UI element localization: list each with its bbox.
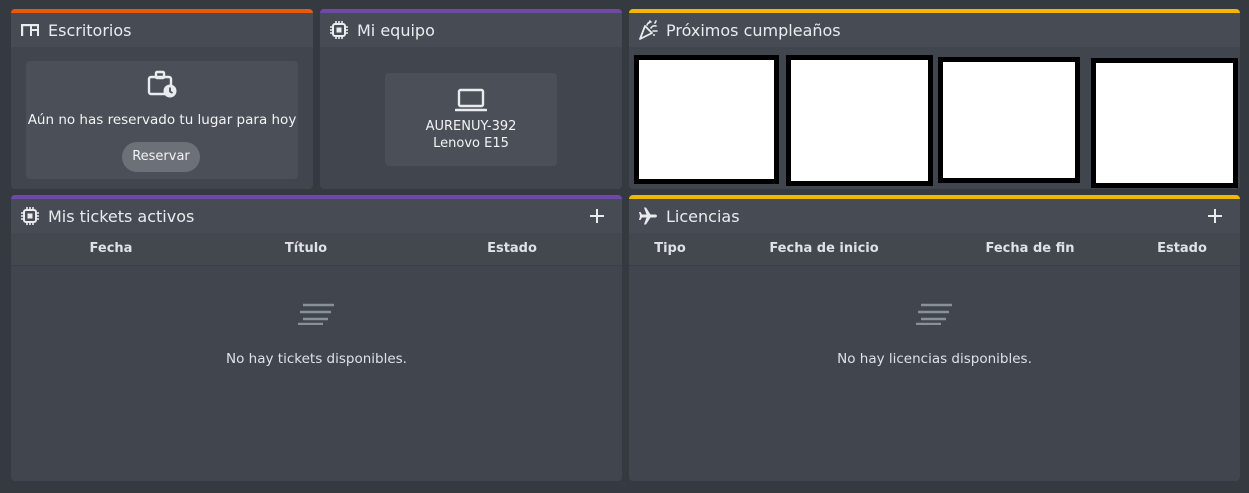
mi-equipo-card: Mi equipo AURENUY-392 Lenovo E15 [320, 9, 622, 189]
device-model: Lenovo E15 [433, 136, 509, 151]
plus-icon [1208, 209, 1222, 223]
plus-icon [590, 209, 604, 223]
chip-icon [20, 206, 40, 226]
mi-equipo-title: Mi equipo [357, 20, 435, 40]
birthday-avatar[interactable] [786, 55, 933, 186]
column-header-estado[interactable]: Estado [472, 233, 552, 265]
tickets-empty-text: No hay tickets disponibles. [226, 351, 407, 367]
column-header-fecha-inicio[interactable]: Fecha de inicio [759, 233, 889, 265]
laptop-icon [454, 88, 488, 118]
escritorios-header: Escritorios [11, 13, 313, 47]
column-header-tipo[interactable]: Tipo [640, 233, 700, 265]
tickets-header: Mis tickets activos [11, 199, 622, 233]
airplane-icon [638, 206, 658, 226]
reserva-message: Aún no has reservado tu lugar para hoy [27, 112, 297, 128]
party-popper-icon [638, 20, 658, 40]
birthday-avatar[interactable] [1091, 58, 1238, 188]
tickets-table-header: Fecha Título Estado [11, 233, 622, 266]
licencias-card: Licencias Tipo Fecha de inicio Fecha de … [629, 195, 1240, 481]
reservar-button[interactable]: Reservar [122, 142, 200, 172]
licencias-empty-text: No hay licencias disponibles. [837, 351, 1032, 367]
empty-lines-icon [297, 303, 335, 329]
tickets-card: Mis tickets activos Fecha Título Estado … [11, 195, 622, 481]
column-header-estado[interactable]: Estado [1142, 233, 1222, 265]
desk-icon [20, 20, 40, 40]
tickets-title: Mis tickets activos [48, 206, 195, 226]
cumpleanos-card: Próximos cumpleaños [629, 9, 1240, 189]
licencias-title: Licencias [666, 206, 740, 226]
briefcase-clock-icon [147, 70, 179, 104]
device-box[interactable]: AURENUY-392 Lenovo E15 [385, 73, 557, 166]
device-name: AURENUY-392 [425, 119, 517, 134]
mi-equipo-header: Mi equipo [320, 13, 622, 47]
cumpleanos-title: Próximos cumpleaños [666, 20, 841, 40]
licencias-header: Licencias [629, 199, 1240, 233]
column-header-titulo[interactable]: Título [266, 233, 346, 265]
reserva-box: Aún no has reservado tu lugar para hoy R… [26, 61, 298, 179]
chip-icon [329, 20, 349, 40]
escritorios-card: Escritorios Aún no has reservado tu luga… [11, 9, 313, 189]
column-header-fecha[interactable]: Fecha [71, 233, 151, 265]
licencias-table-header: Tipo Fecha de inicio Fecha de fin Estado [629, 233, 1240, 266]
add-ticket-button[interactable] [587, 206, 607, 226]
birthday-avatar[interactable] [938, 57, 1080, 183]
empty-lines-icon [915, 303, 953, 329]
escritorios-title: Escritorios [48, 20, 132, 40]
column-header-fecha-fin[interactable]: Fecha de fin [975, 233, 1085, 265]
birthday-avatar[interactable] [634, 55, 779, 184]
add-licencia-button[interactable] [1205, 206, 1225, 226]
cumpleanos-header: Próximos cumpleaños [629, 13, 1240, 47]
